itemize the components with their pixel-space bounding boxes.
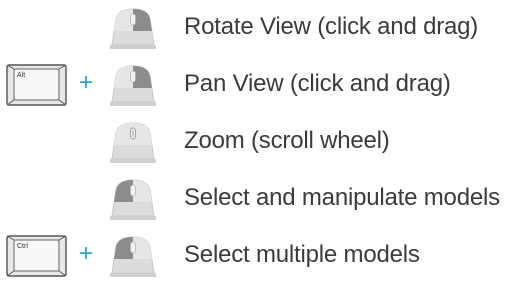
- control-label: Pan View (click and drag): [184, 70, 451, 97]
- control-label: Rotate View (click and drag): [184, 13, 479, 40]
- mouse-icon: [110, 179, 156, 220]
- plus-sign: +: [78, 69, 93, 96]
- mouse-icon: [110, 65, 156, 106]
- keyboard-key-icon: Alt: [6, 64, 67, 106]
- mouse-icon: [110, 122, 156, 163]
- plus-sign: +: [78, 240, 93, 267]
- key-label-ctrl: Ctrl: [17, 243, 28, 250]
- control-row-select: Select and manipulate models: [0, 172, 532, 228]
- control-label: Select multiple models: [184, 241, 420, 268]
- control-label: Select and manipulate models: [184, 184, 500, 211]
- control-row-pan: Alt + Pan View (click and drag): [0, 58, 532, 114]
- control-row-multiselect: Ctrl + Select multiple models: [0, 229, 532, 285]
- mouse-controls-legend: Rotate View (click and drag) Alt + Pan V…: [0, 0, 532, 286]
- key-label-alt: Alt: [17, 72, 25, 79]
- control-row-rotate: Rotate View (click and drag): [0, 1, 532, 57]
- control-label: Zoom (scroll wheel): [184, 127, 390, 154]
- control-row-zoom: Zoom (scroll wheel): [0, 115, 532, 171]
- mouse-icon: [110, 236, 156, 277]
- keyboard-key-icon: Ctrl: [6, 235, 67, 277]
- mouse-icon: [110, 8, 156, 49]
